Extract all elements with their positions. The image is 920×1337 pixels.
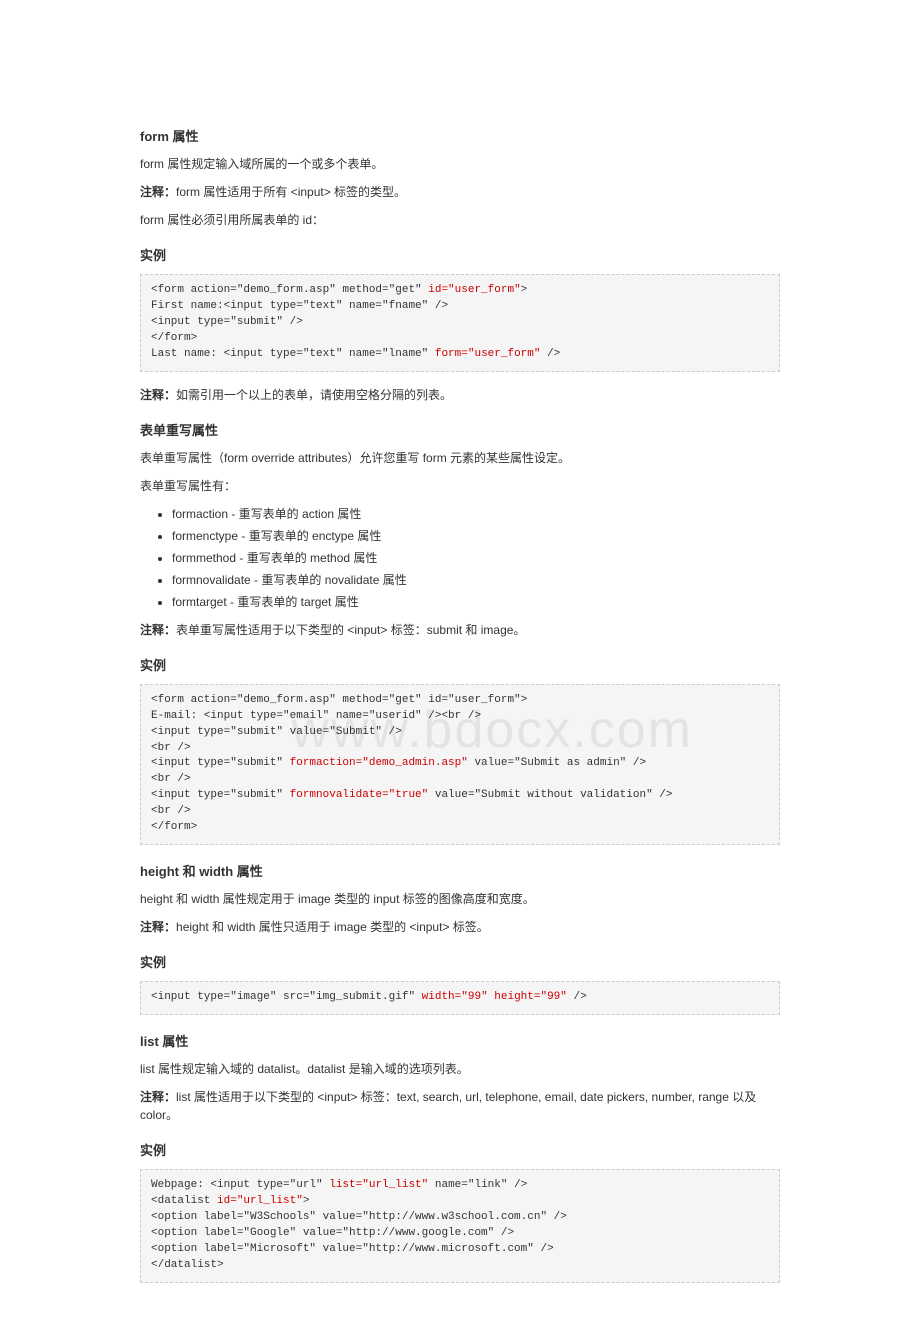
list-item: formnovalidate - 重写表单的 novalidate 属性: [172, 571, 780, 589]
code-text: <br />: [151, 773, 191, 785]
code-text: >: [521, 284, 528, 296]
code-text: <form action="demo_form.asp" method="get…: [151, 284, 428, 296]
note-text: 表单重写属性适用于以下类型的 <input> 标签：submit 和 image…: [176, 623, 525, 637]
para: list 属性规定输入域的 datalist。datalist 是输入域的选项列…: [140, 1060, 780, 1078]
attribute-list: formaction - 重写表单的 action 属性 formenctype…: [140, 505, 780, 611]
code-text: Webpage: <input type="url": [151, 1179, 329, 1191]
code-text: <br />: [151, 742, 191, 754]
code-text: <option label="Google" value="http://www…: [151, 1227, 514, 1239]
para-note: 注释：height 和 width 属性只适用于 image 类型的 <inpu…: [140, 918, 780, 936]
heading-list-attr: list 属性: [140, 1031, 780, 1050]
note-text: 如需引用一个以上的表单，请使用空格分隔的列表。: [176, 388, 452, 402]
code-text: E-mail: <input type="email" name="userid…: [151, 710, 481, 722]
code-text: value="Submit as admin" />: [468, 757, 646, 769]
code-text: value="Submit without validation" />: [428, 789, 672, 801]
code-text: </form>: [151, 332, 197, 344]
code-highlight: id="user_form": [428, 284, 520, 296]
code-block: <form action="demo_form.asp" method="get…: [140, 274, 780, 372]
code-text: </form>: [151, 821, 197, 833]
note-label: 注释：: [140, 920, 176, 934]
code-highlight: form="user_form": [435, 348, 541, 360]
code-block: Webpage: <input type="url" list="url_lis…: [140, 1169, 780, 1283]
code-text: <input type="image" src="img_submit.gif": [151, 991, 422, 1003]
para-note: 注释：form 属性适用于所有 <input> 标签的类型。: [140, 183, 780, 201]
note-label: 注释：: [140, 623, 176, 637]
code-block: <input type="image" src="img_submit.gif"…: [140, 981, 780, 1015]
example-heading: 实例: [140, 1140, 780, 1159]
code-text: <br />: [151, 805, 191, 817]
code-highlight: formaction="demo_admin.asp": [290, 757, 468, 769]
code-text: <input type="submit" />: [151, 316, 303, 328]
code-text: />: [540, 348, 560, 360]
code-text: <input type="submit" value="Submit" />: [151, 726, 402, 738]
code-text: name="link" />: [428, 1179, 527, 1191]
list-item: formaction - 重写表单的 action 属性: [172, 505, 780, 523]
note-text: form 属性适用于所有 <input> 标签的类型。: [176, 185, 406, 199]
code-text: <datalist: [151, 1195, 217, 1207]
para: 表单重写属性（form override attributes）允许您重写 fo…: [140, 449, 780, 467]
code-text: <input type="submit": [151, 789, 290, 801]
para: form 属性规定输入域所属的一个或多个表单。: [140, 155, 780, 173]
para: 表单重写属性有：: [140, 477, 780, 495]
note-text: list 属性适用于以下类型的 <input> 标签：text, search,…: [140, 1090, 756, 1122]
code-text: <input type="submit": [151, 757, 290, 769]
list-item: formenctype - 重写表单的 enctype 属性: [172, 527, 780, 545]
code-text: </datalist>: [151, 1259, 224, 1271]
code-text: />: [567, 991, 587, 1003]
code-highlight: width="99" height="99": [422, 991, 567, 1003]
heading-height-width: height 和 width 属性: [140, 861, 780, 880]
note-label: 注释：: [140, 1090, 176, 1104]
code-text: >: [303, 1195, 310, 1207]
example-heading: 实例: [140, 655, 780, 674]
code-text: First name:<input type="text" name="fnam…: [151, 300, 448, 312]
note-label: 注释：: [140, 185, 176, 199]
list-item: formtarget - 重写表单的 target 属性: [172, 593, 780, 611]
heading-form-attr: form 属性: [140, 126, 780, 145]
note-text: height 和 width 属性只适用于 image 类型的 <input> …: [176, 920, 489, 934]
code-highlight: formnovalidate="true": [290, 789, 429, 801]
example-heading: 实例: [140, 245, 780, 264]
para-note: 注释：表单重写属性适用于以下类型的 <input> 标签：submit 和 im…: [140, 621, 780, 639]
code-text: <option label="Microsoft" value="http://…: [151, 1243, 554, 1255]
code-text: <form action="demo_form.asp" method="get…: [151, 694, 527, 706]
list-item: formmethod - 重写表单的 method 属性: [172, 549, 780, 567]
para-note: 注释：如需引用一个以上的表单，请使用空格分隔的列表。: [140, 386, 780, 404]
document-page: www.bdocx.com form 属性 form 属性规定输入域所属的一个或…: [0, 0, 920, 1337]
para-note: 注释：list 属性适用于以下类型的 <input> 标签：text, sear…: [140, 1088, 780, 1124]
note-label: 注释：: [140, 388, 176, 402]
example-heading: 实例: [140, 952, 780, 971]
heading-override: 表单重写属性: [140, 420, 780, 439]
code-highlight: id="url_list": [217, 1195, 303, 1207]
para: height 和 width 属性规定用于 image 类型的 input 标签…: [140, 890, 780, 908]
para: form 属性必须引用所属表单的 id：: [140, 211, 780, 229]
code-block: <form action="demo_form.asp" method="get…: [140, 684, 780, 845]
code-text: Last name: <input type="text" name="lnam…: [151, 348, 435, 360]
code-text: <option label="W3Schools" value="http://…: [151, 1211, 567, 1223]
code-highlight: list="url_list": [329, 1179, 428, 1191]
